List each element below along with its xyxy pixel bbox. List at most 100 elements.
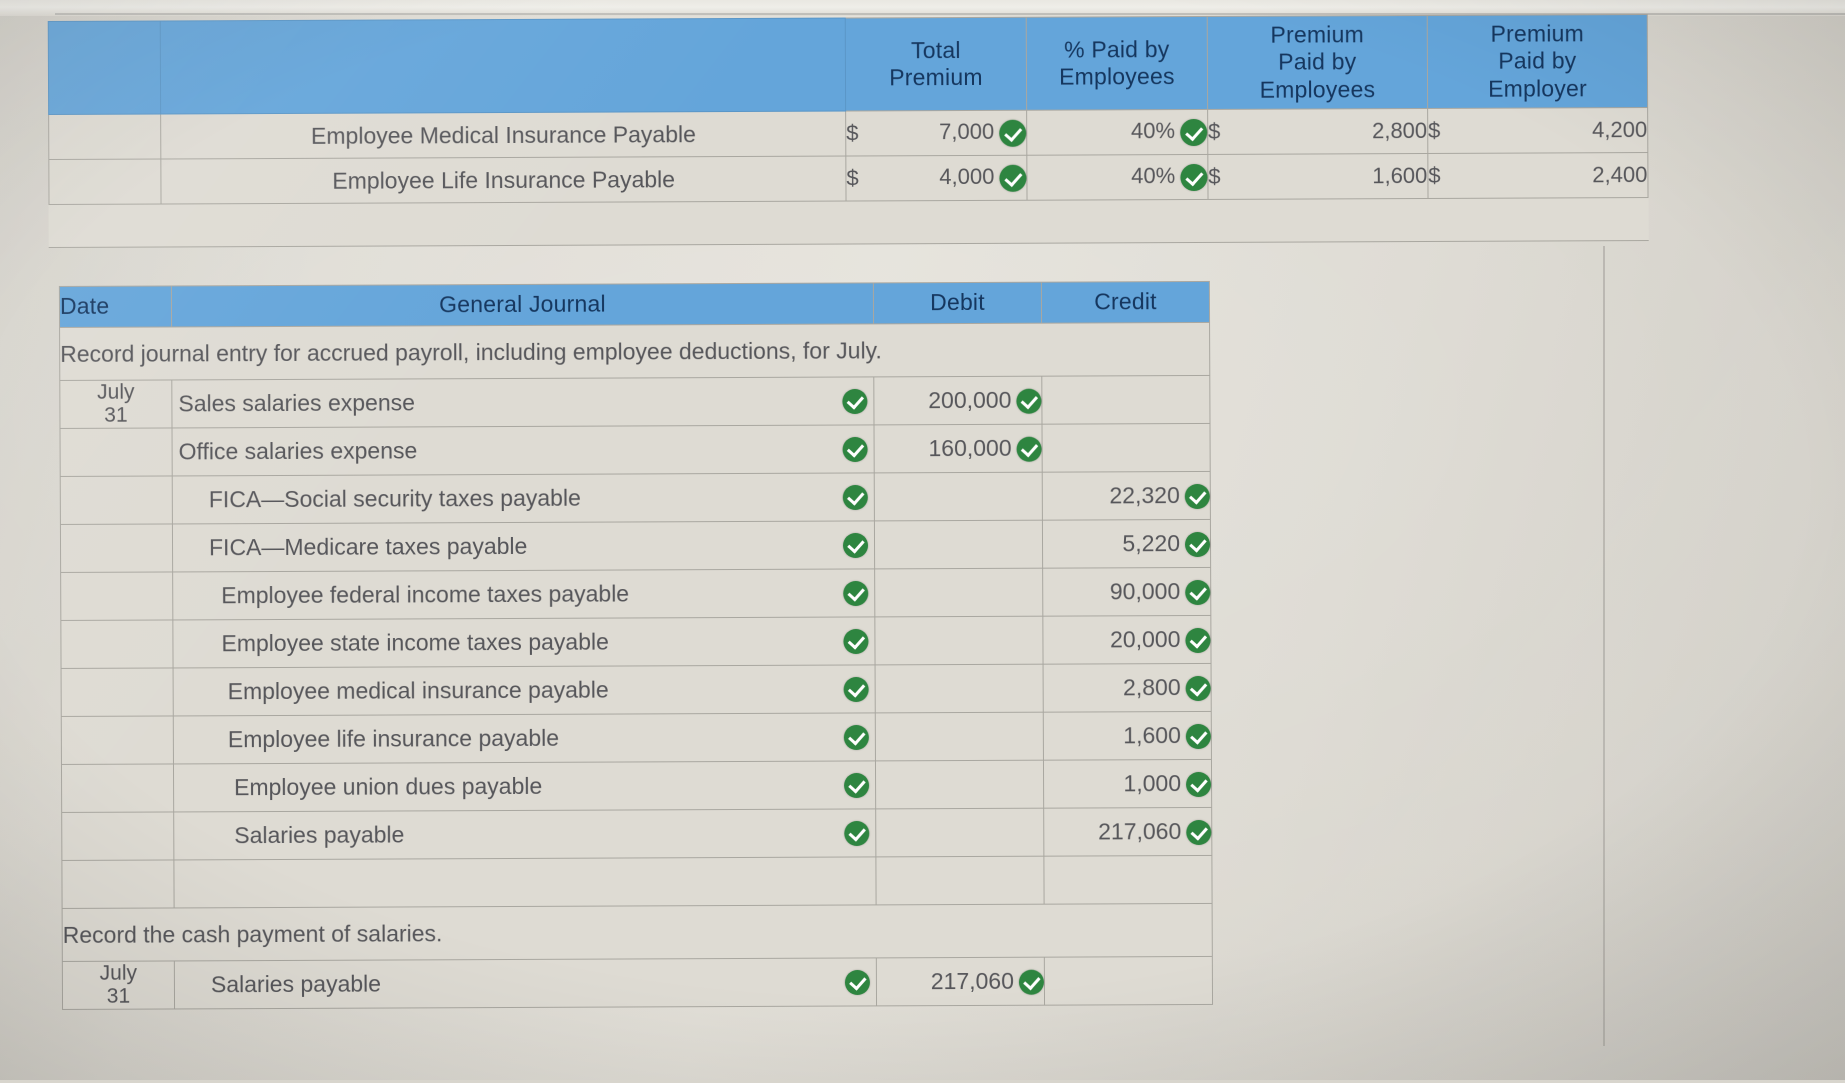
journal-entry-1-row-7-credit[interactable]: 1,600 <box>1043 711 1211 760</box>
journal-entry-1-row-8-debit[interactable] <box>875 760 1043 809</box>
credit-value: 217,060 <box>1098 818 1181 844</box>
debit-value: 160,000 <box>928 435 1011 461</box>
journal-entry-2-row-0-account[interactable]: Salaries payable <box>174 958 876 1009</box>
journal-entry-1-row-9-account[interactable]: Salaries payable <box>174 809 876 860</box>
journal-note-accrued-payroll: Record journal entry for accrued payroll… <box>60 322 1210 380</box>
journal-entry-2-row-0-date[interactable]: July31 <box>62 961 174 1009</box>
check-icon <box>1180 164 1207 191</box>
table-row: Employee Life Insurance Payable $ 4,000 … <box>49 153 1648 205</box>
premium-row-0-label: Employee Medical Insurance Payable <box>161 111 846 159</box>
journal-entry-1-row-2-credit[interactable]: 22,320 <box>1042 471 1210 520</box>
journal-entry-1-row-10-account[interactable] <box>174 857 876 908</box>
date-day: 31 <box>60 404 171 427</box>
premium-row-0-pct[interactable]: 40% <box>1027 109 1208 155</box>
journal-entry-1-row-4-credit[interactable]: 90,000 <box>1043 567 1211 616</box>
journal-entry-1-row-10-date[interactable] <box>62 860 174 908</box>
journal-header-date: Date <box>59 286 171 327</box>
journal-entry-1-row-7-debit[interactable] <box>875 712 1043 761</box>
check-icon <box>844 772 869 797</box>
journal-header-row: DateGeneral JournalDebitCredit <box>59 281 1209 327</box>
check-icon <box>1017 437 1042 462</box>
journal-entry-1-row-3-debit[interactable] <box>874 520 1042 569</box>
journal-entry-1-row-2-date[interactable] <box>60 476 172 524</box>
journal-entry-1-row-5-credit[interactable]: 20,000 <box>1043 615 1211 664</box>
journal-entry-1-row-6-account[interactable]: Employee medical insurance payable <box>173 665 875 716</box>
table-row: Employee union dues payable 1,000 <box>61 759 1211 812</box>
check-icon <box>1186 820 1211 845</box>
journal-entry-1-row-8-account[interactable]: Employee union dues payable <box>173 761 875 812</box>
table-row: Employee medical insurance payable 2,800 <box>61 663 1211 716</box>
journal-entry-1-row-4-debit[interactable] <box>875 568 1043 617</box>
journal-entry-1-row-1-date[interactable] <box>60 428 172 476</box>
check-icon <box>1019 970 1044 995</box>
journal-entry-1-row-3-credit[interactable]: 5,220 <box>1042 519 1210 568</box>
journal-entry-1-row-6-date[interactable] <box>61 668 173 716</box>
account-name: Salaries payable <box>175 971 381 999</box>
journal-entry-1-row-10-credit[interactable] <box>1044 855 1212 904</box>
check-icon <box>843 628 868 653</box>
check-icon <box>842 388 867 413</box>
journal-entry-1-row-10-debit[interactable] <box>876 856 1044 905</box>
journal-entry-1-row-6-debit[interactable] <box>875 664 1043 713</box>
account-name: Employee life insurance payable <box>174 725 559 754</box>
journal-entry-1-row-4-date[interactable] <box>61 572 173 620</box>
journal-entry-1-row-7-account[interactable]: Employee life insurance payable <box>173 713 875 764</box>
journal-entry-1-row-0-date[interactable]: July31 <box>60 380 172 428</box>
premium-row-1-pct-value: 40% <box>1131 163 1175 188</box>
journal-entry-1-row-1-credit[interactable] <box>1042 423 1210 472</box>
journal-entry-1-row-0-account[interactable]: Sales salaries expense <box>172 377 874 428</box>
journal-entry-1-row-5-date[interactable] <box>61 620 173 668</box>
premium-row-0-empr-currency: $ <box>1428 108 1467 153</box>
journal-entry-1-row-1-account[interactable]: Office salaries expense <box>172 425 874 476</box>
journal-entry-1-row-9-date[interactable] <box>62 812 174 860</box>
check-icon <box>844 724 869 749</box>
premium-row-1-label: Employee Life Insurance Payable <box>161 156 846 204</box>
journal-entry-1-row-9-debit[interactable] <box>876 808 1044 857</box>
journal-entry-1-row-5-debit[interactable] <box>875 616 1043 665</box>
premium-row-1-total-currency: $ <box>846 156 885 201</box>
premium-row-0-total-premium[interactable]: 7,000 <box>885 110 1027 156</box>
premium-table-spacer-cell <box>49 198 1648 248</box>
journal-entry-1-row-5-account[interactable]: Employee state income taxes payable <box>173 617 875 668</box>
premium-summary-table: Total Premium % Paid by Employees Premiu… <box>48 14 1649 248</box>
check-icon <box>1185 580 1210 605</box>
account-name: Employee medical insurance payable <box>174 677 609 706</box>
check-icon <box>1016 389 1041 414</box>
check-icon <box>844 820 869 845</box>
premium-table-spacer-row <box>49 198 1648 248</box>
premium-row-1-gutter <box>49 159 162 204</box>
journal-entry-1-row-8-credit[interactable]: 1,000 <box>1043 759 1211 808</box>
journal-entry-1-row-6-credit[interactable]: 2,800 <box>1043 663 1211 712</box>
premium-header-paid-by-employees-line2: Paid by <box>1208 48 1427 76</box>
credit-value: 2,800 <box>1123 674 1181 700</box>
premium-header-paid-by-employer-line2: Paid by <box>1428 47 1647 75</box>
account-name: Employee state income taxes payable <box>173 629 609 658</box>
journal-entry-1-row-4-account[interactable]: Employee federal income taxes payable <box>173 569 875 620</box>
table-row: FICA—Social security taxes payable 22,320 <box>60 471 1210 524</box>
credit-value: 5,220 <box>1122 530 1180 556</box>
premium-row-1-pct[interactable]: 40% <box>1027 154 1208 200</box>
check-icon <box>1185 532 1210 557</box>
account-name: Employee union dues payable <box>174 773 542 802</box>
premium-header-spacer-2 <box>161 18 846 114</box>
check-icon <box>1186 676 1211 701</box>
journal-entry-1-row-3-account[interactable]: FICA—Medicare taxes payable <box>172 521 874 572</box>
journal-entry-1-row-1-debit[interactable]: 160,000 <box>874 424 1042 473</box>
journal-entry-1-row-7-date[interactable] <box>61 716 173 764</box>
premium-row-1-emp-currency: $ <box>1208 154 1247 199</box>
journal-entry-2-row-0-credit[interactable] <box>1044 956 1212 1005</box>
premium-row-1-total-premium[interactable]: 4,000 <box>885 155 1027 201</box>
check-icon <box>843 436 868 461</box>
journal-entry-1-row-0-debit[interactable]: 200,000 <box>874 376 1042 425</box>
journal-entry-1-row-3-date[interactable] <box>60 524 172 572</box>
journal-entry-1-row-2-debit[interactable] <box>874 472 1042 521</box>
check-icon <box>1186 724 1211 749</box>
table-row: Salaries payable 217,060 <box>62 807 1212 860</box>
journal-entry-1-row-9-credit[interactable]: 217,060 <box>1044 807 1212 856</box>
journal-entry-1-row-2-account[interactable]: FICA—Social security taxes payable <box>172 473 874 524</box>
journal-entry-1-row-0-credit[interactable] <box>1042 375 1210 424</box>
journal-entry-2-row-0-debit[interactable]: 217,060 <box>876 957 1044 1006</box>
journal-entry-1-row-8-date[interactable] <box>61 764 173 812</box>
premium-header-total-premium: Total Premium <box>845 17 1026 111</box>
general-journal-table: DateGeneral JournalDebitCreditRecord jou… <box>59 281 1213 1010</box>
